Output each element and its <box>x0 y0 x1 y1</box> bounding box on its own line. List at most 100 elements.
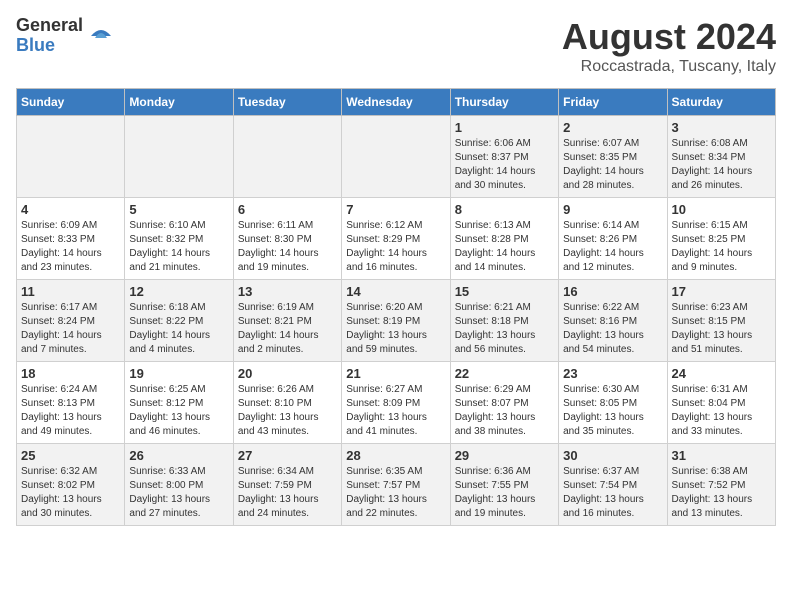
day-info: Sunrise: 6:10 AM Sunset: 8:32 PM Dayligh… <box>129 219 228 275</box>
day-number: 10 <box>672 202 771 217</box>
day-cell: 1 Sunrise: 6:06 AM Sunset: 8:37 PM Daylig… <box>450 116 558 198</box>
day-info: Sunrise: 6:25 AM Sunset: 8:12 PM Dayligh… <box>129 383 228 439</box>
day-number: 5 <box>129 202 228 217</box>
day-cell: 12 Sunrise: 6:18 AM Sunset: 8:22 PM Dayli… <box>125 280 233 362</box>
day-number: 6 <box>238 202 337 217</box>
day-info: Sunrise: 6:35 AM Sunset: 7:57 PM Dayligh… <box>346 465 445 521</box>
day-cell: 19 Sunrise: 6:25 AM Sunset: 8:12 PM Dayli… <box>125 362 233 444</box>
day-info: Sunrise: 6:21 AM Sunset: 8:18 PM Dayligh… <box>455 301 554 357</box>
day-number: 11 <box>21 284 120 299</box>
day-number: 27 <box>238 448 337 463</box>
day-info: Sunrise: 6:33 AM Sunset: 8:00 PM Dayligh… <box>129 465 228 521</box>
day-info: Sunrise: 6:13 AM Sunset: 8:28 PM Dayligh… <box>455 219 554 275</box>
day-info: Sunrise: 6:19 AM Sunset: 8:21 PM Dayligh… <box>238 301 337 357</box>
day-info: Sunrise: 6:24 AM Sunset: 8:13 PM Dayligh… <box>21 383 120 439</box>
calendar-body: 1 Sunrise: 6:06 AM Sunset: 8:37 PM Daylig… <box>17 116 776 526</box>
day-number: 12 <box>129 284 228 299</box>
day-cell: 27 Sunrise: 6:34 AM Sunset: 7:59 PM Dayli… <box>233 444 341 526</box>
day-number: 25 <box>21 448 120 463</box>
header-tuesday: Tuesday <box>233 89 341 116</box>
day-cell: 21Sunrise: 6:27 AM Sunset: 8:09 PM Dayli… <box>342 362 450 444</box>
logo: General Blue <box>16 16 115 56</box>
day-info: Sunrise: 6:32 AM Sunset: 8:02 PM Dayligh… <box>21 465 120 521</box>
day-info: Sunrise: 6:15 AM Sunset: 8:25 PM Dayligh… <box>672 219 771 275</box>
day-cell: 2 Sunrise: 6:07 AM Sunset: 8:35 PM Daylig… <box>559 116 667 198</box>
day-number: 2 <box>563 120 662 135</box>
calendar-header: Sunday Monday Tuesday Wednesday Thursday… <box>17 89 776 116</box>
day-number: 26 <box>129 448 228 463</box>
day-cell: 31Sunrise: 6:38 AM Sunset: 7:52 PM Dayli… <box>667 444 775 526</box>
day-cell: 26 Sunrise: 6:33 AM Sunset: 8:00 PM Dayli… <box>125 444 233 526</box>
day-cell: 14Sunrise: 6:20 AM Sunset: 8:19 PM Dayli… <box>342 280 450 362</box>
day-info: Sunrise: 6:08 AM Sunset: 8:34 PM Dayligh… <box>672 137 771 193</box>
day-cell: 29Sunrise: 6:36 AM Sunset: 7:55 PM Dayli… <box>450 444 558 526</box>
day-number: 24 <box>672 366 771 381</box>
day-number: 19 <box>129 366 228 381</box>
day-number: 17 <box>672 284 771 299</box>
day-cell: 11 Sunrise: 6:17 AM Sunset: 8:24 PM Dayli… <box>17 280 125 362</box>
header-wednesday: Wednesday <box>342 89 450 116</box>
day-cell: 16Sunrise: 6:22 AM Sunset: 8:16 PM Dayli… <box>559 280 667 362</box>
day-number: 1 <box>455 120 554 135</box>
day-info: Sunrise: 6:23 AM Sunset: 8:15 PM Dayligh… <box>672 301 771 357</box>
day-number: 29 <box>455 448 554 463</box>
day-info: Sunrise: 6:06 AM Sunset: 8:37 PM Dayligh… <box>455 137 554 193</box>
day-cell: 17 Sunrise: 6:23 AM Sunset: 8:15 PM Dayli… <box>667 280 775 362</box>
day-cell <box>233 116 341 198</box>
week-row-1: 1 Sunrise: 6:06 AM Sunset: 8:37 PM Daylig… <box>17 116 776 198</box>
day-number: 31 <box>672 448 771 463</box>
day-info: Sunrise: 6:14 AM Sunset: 8:26 PM Dayligh… <box>563 219 662 275</box>
calendar-table: Sunday Monday Tuesday Wednesday Thursday… <box>16 88 776 526</box>
week-row-2: 4Sunrise: 6:09 AM Sunset: 8:33 PM Daylig… <box>17 198 776 280</box>
title-block: August 2024 Roccastrada, Tuscany, Italy <box>562 16 776 76</box>
header-friday: Friday <box>559 89 667 116</box>
day-info: Sunrise: 6:12 AM Sunset: 8:29 PM Dayligh… <box>346 219 445 275</box>
day-number: 3 <box>672 120 771 135</box>
day-number: 9 <box>563 202 662 217</box>
day-info: Sunrise: 6:09 AM Sunset: 8:33 PM Dayligh… <box>21 219 120 275</box>
day-info: Sunrise: 6:18 AM Sunset: 8:22 PM Dayligh… <box>129 301 228 357</box>
day-info: Sunrise: 6:29 AM Sunset: 8:07 PM Dayligh… <box>455 383 554 439</box>
day-cell: 22 Sunrise: 6:29 AM Sunset: 8:07 PM Dayli… <box>450 362 558 444</box>
day-number: 14 <box>346 284 445 299</box>
day-info: Sunrise: 6:11 AM Sunset: 8:30 PM Dayligh… <box>238 219 337 275</box>
day-cell: 15 Sunrise: 6:21 AM Sunset: 8:18 PM Dayli… <box>450 280 558 362</box>
day-number: 13 <box>238 284 337 299</box>
header-monday: Monday <box>125 89 233 116</box>
page-header: General Blue August 2024 Roccastrada, Tu… <box>16 16 776 76</box>
day-info: Sunrise: 6:30 AM Sunset: 8:05 PM Dayligh… <box>563 383 662 439</box>
day-number: 18 <box>21 366 120 381</box>
day-number: 15 <box>455 284 554 299</box>
day-cell: 4Sunrise: 6:09 AM Sunset: 8:33 PM Daylig… <box>17 198 125 280</box>
day-cell: 13 Sunrise: 6:19 AM Sunset: 8:21 PM Dayli… <box>233 280 341 362</box>
day-info: Sunrise: 6:17 AM Sunset: 8:24 PM Dayligh… <box>21 301 120 357</box>
day-info: Sunrise: 6:07 AM Sunset: 8:35 PM Dayligh… <box>563 137 662 193</box>
day-cell: 20Sunrise: 6:26 AM Sunset: 8:10 PM Dayli… <box>233 362 341 444</box>
day-cell: 10 Sunrise: 6:15 AM Sunset: 8:25 PM Dayli… <box>667 198 775 280</box>
day-cell: 25 Sunrise: 6:32 AM Sunset: 8:02 PM Dayli… <box>17 444 125 526</box>
day-number: 23 <box>563 366 662 381</box>
subtitle: Roccastrada, Tuscany, Italy <box>562 58 776 76</box>
day-cell <box>17 116 125 198</box>
day-info: Sunrise: 6:26 AM Sunset: 8:10 PM Dayligh… <box>238 383 337 439</box>
main-title: August 2024 <box>562 16 776 58</box>
day-cell: 5 Sunrise: 6:10 AM Sunset: 8:32 PM Daylig… <box>125 198 233 280</box>
day-cell: 8 Sunrise: 6:13 AM Sunset: 8:28 PM Daylig… <box>450 198 558 280</box>
day-number: 22 <box>455 366 554 381</box>
logo-general: General <box>16 16 83 36</box>
header-saturday: Saturday <box>667 89 775 116</box>
header-thursday: Thursday <box>450 89 558 116</box>
day-info: Sunrise: 6:27 AM Sunset: 8:09 PM Dayligh… <box>346 383 445 439</box>
day-info: Sunrise: 6:34 AM Sunset: 7:59 PM Dayligh… <box>238 465 337 521</box>
day-cell <box>125 116 233 198</box>
day-cell: 28Sunrise: 6:35 AM Sunset: 7:57 PM Dayli… <box>342 444 450 526</box>
day-cell: 18 Sunrise: 6:24 AM Sunset: 8:13 PM Dayli… <box>17 362 125 444</box>
week-row-3: 11 Sunrise: 6:17 AM Sunset: 8:24 PM Dayli… <box>17 280 776 362</box>
logo-icon <box>87 22 115 50</box>
day-number: 8 <box>455 202 554 217</box>
header-row: Sunday Monday Tuesday Wednesday Thursday… <box>17 89 776 116</box>
day-cell: 30Sunrise: 6:37 AM Sunset: 7:54 PM Dayli… <box>559 444 667 526</box>
week-row-4: 18 Sunrise: 6:24 AM Sunset: 8:13 PM Dayli… <box>17 362 776 444</box>
day-cell: 6 Sunrise: 6:11 AM Sunset: 8:30 PM Daylig… <box>233 198 341 280</box>
day-cell: 24Sunrise: 6:31 AM Sunset: 8:04 PM Dayli… <box>667 362 775 444</box>
